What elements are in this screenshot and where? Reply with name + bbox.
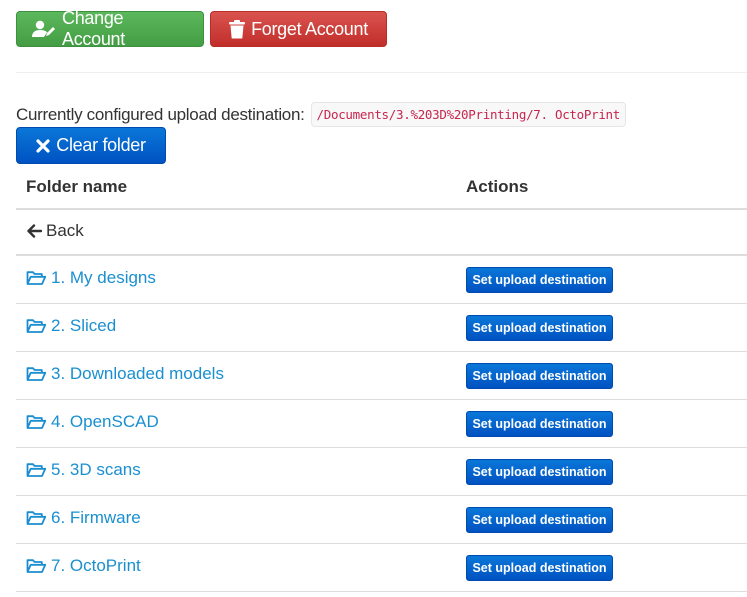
set-upload-destination-button[interactable]: Set upload destination: [466, 410, 613, 437]
set-upload-destination-button[interactable]: Set upload destination: [466, 362, 613, 389]
change-account-button[interactable]: Change Account: [16, 8, 204, 49]
header-actions: Actions: [456, 166, 747, 210]
trash-icon: [229, 19, 246, 39]
set-upload-destination-button[interactable]: Set upload destination: [466, 506, 613, 533]
folder-open-icon: [26, 558, 47, 574]
folder-open-icon: [26, 510, 47, 526]
folder-open-icon: [26, 462, 47, 478]
folder-open-icon: [26, 270, 47, 286]
folder-name: 4. OpenSCAD: [51, 412, 159, 431]
folder-link[interactable]: 2. Sliced: [26, 316, 116, 336]
folder-name: 1. My designs: [51, 268, 156, 287]
user-edit-icon: [32, 20, 56, 38]
forget-account-button[interactable]: Forget Account: [210, 11, 387, 47]
folder-name: 6. Firmware: [51, 508, 141, 527]
back-link[interactable]: Back: [26, 221, 84, 241]
destination-label: Currently configured upload destination:: [16, 104, 305, 124]
destination-path: /Documents/3.%203D%20Printing/7. OctoPri…: [310, 102, 627, 127]
folder-open-icon: [26, 414, 47, 430]
change-account-label: Change Account: [62, 8, 125, 49]
folder-table: Folder name Actions Back 1. My designs Se…: [16, 166, 747, 592]
table-row: 3. Downloaded models Set upload destinati…: [16, 351, 747, 400]
folder-link[interactable]: 5. 3D scans: [26, 460, 141, 480]
set-upload-destination-button[interactable]: Set upload destination: [466, 554, 613, 581]
set-upload-destination-button[interactable]: Set upload destination: [466, 314, 613, 341]
back-label: Back: [46, 221, 84, 240]
table-row: 2. Sliced Set upload destination: [16, 303, 747, 352]
table-header: Folder name Actions: [16, 166, 747, 210]
set-upload-destination-button[interactable]: Set upload destination: [466, 458, 613, 485]
upload-destination: Currently configured upload destination:…: [16, 102, 627, 127]
back-row: Back: [16, 208, 747, 256]
table-row: 5. 3D scans Set upload destination: [16, 447, 747, 496]
folder-link[interactable]: 7. OctoPrint: [26, 556, 141, 576]
clear-folder-label: Clear folder: [56, 135, 146, 155]
folder-open-icon: [26, 318, 47, 334]
folder-name: 7. OctoPrint: [51, 556, 141, 575]
arrow-left-icon: [26, 224, 42, 238]
divider: [16, 72, 747, 73]
folder-open-icon: [26, 366, 47, 382]
account-toolbar: Change Account Forget Account: [16, 8, 387, 49]
table-row: 4. OpenSCAD Set upload destination: [16, 399, 747, 448]
table-row: 7. OctoPrint Set upload destination: [16, 543, 747, 592]
table-row: 1. My designs Set upload destination: [16, 254, 747, 304]
table-row: 6. Firmware Set upload destination: [16, 495, 747, 544]
folder-link[interactable]: 6. Firmware: [26, 508, 141, 528]
forget-account-label: Forget Account: [251, 18, 368, 39]
clear-folder-button[interactable]: Clear folder: [16, 127, 166, 164]
folder-name: 5. 3D scans: [51, 460, 141, 479]
close-icon: [36, 138, 50, 153]
folder-link[interactable]: 4. OpenSCAD: [26, 412, 159, 432]
header-folder-name: Folder name: [16, 166, 456, 210]
folder-link[interactable]: 1. My designs: [26, 268, 156, 288]
folder-name: 3. Downloaded models: [51, 364, 224, 383]
folder-name: 2. Sliced: [51, 316, 117, 335]
set-upload-destination-button[interactable]: Set upload destination: [466, 266, 613, 293]
folder-link[interactable]: 3. Downloaded models: [26, 364, 224, 384]
